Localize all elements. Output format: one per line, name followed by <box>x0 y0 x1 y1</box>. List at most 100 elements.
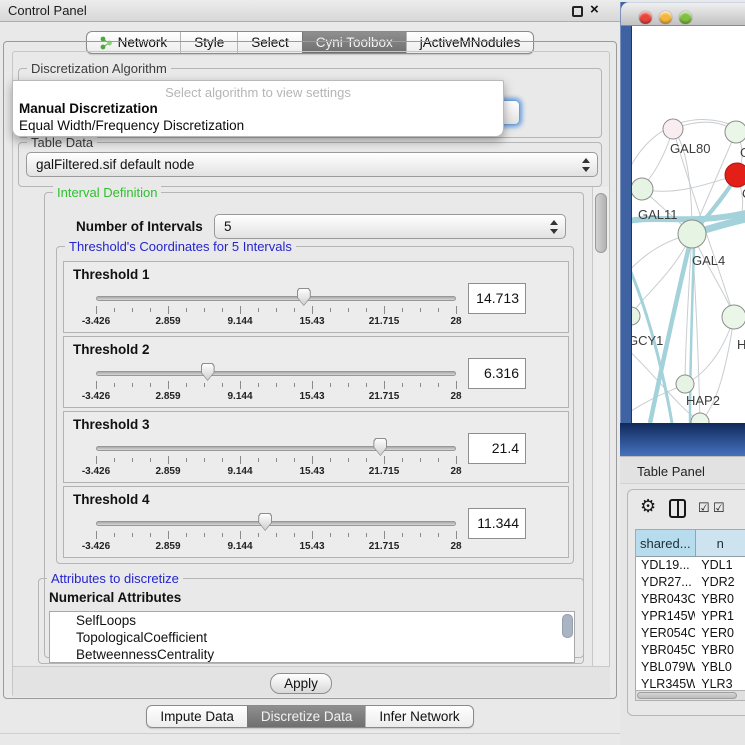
table-data-combobox[interactable]: galFiltered.sif default node <box>26 152 598 177</box>
cell-name[interactable]: YDL1 <box>695 557 745 574</box>
network-window-titlebar[interactable] <box>621 2 745 26</box>
cell-name[interactable]: YER0 <box>695 625 745 642</box>
threshold-slider[interactable]: -3.4262.8599.14415.4321.71528 <box>96 286 456 330</box>
minimize-traffic-light[interactable] <box>659 11 672 24</box>
column-header-name[interactable]: n <box>696 530 745 556</box>
cell-name[interactable]: YBL0 <box>695 659 745 676</box>
table-data-group-label: Table Data <box>27 135 97 150</box>
cell-name[interactable]: YBR0 <box>695 642 745 659</box>
slider-track[interactable] <box>96 521 456 526</box>
slider-track[interactable] <box>96 371 456 376</box>
cell-shared-name[interactable]: YDR27... <box>636 574 695 591</box>
slider-thumb[interactable] <box>258 513 272 531</box>
tab-label: Impute Data <box>160 709 234 724</box>
list-item-topologicalcoefficient[interactable]: TopologicalCoefficient <box>50 629 574 646</box>
threshold-slider[interactable]: -3.4262.8599.14415.4321.71528 <box>96 361 456 405</box>
threshold-slider[interactable]: -3.4262.8599.14415.4321.71528 <box>96 436 456 480</box>
tab-impute-data[interactable]: Impute Data <box>147 706 247 727</box>
settings-gear-icon[interactable]: ⚙ <box>640 496 656 517</box>
table-row[interactable]: YER054CYER0 <box>636 625 745 642</box>
network-node[interactable] <box>632 307 640 325</box>
slider-ticks <box>96 456 456 465</box>
bottom-tab-bar: Impute Data Discretize Data Infer Networ… <box>0 705 620 728</box>
close-traffic-light[interactable] <box>639 11 652 24</box>
table-row[interactable]: YPR145WYPR1 <box>636 608 745 625</box>
network-node[interactable] <box>722 305 745 329</box>
app-screen: Control Panel × Network Style Select Cyn… <box>0 0 745 745</box>
dropdown-item-equal-width-frequency[interactable]: Equal Width/Frequency Discretization <box>19 118 244 133</box>
apply-button[interactable]: Apply <box>270 673 332 694</box>
network-node[interactable] <box>676 375 694 393</box>
table-row[interactable]: YBL079WYBL0 <box>636 659 745 676</box>
network-view-canvas[interactable]: GAL80GCGAL11GAL4GCY1HHAP2 <box>632 26 745 423</box>
table-row[interactable]: YBR043CYBR0 <box>636 591 745 608</box>
tab-discretize-data[interactable]: Discretize Data <box>247 706 366 727</box>
divider <box>0 733 620 734</box>
threshold-4-panel: Threshold 4 -3.4262.8599.14415.4321.7152… <box>63 486 569 558</box>
checkbox-icon[interactable]: ☑ <box>713 501 725 514</box>
threshold-value-field[interactable]: 11.344 <box>468 508 526 539</box>
checkbox-icon[interactable]: ☑ <box>698 501 710 514</box>
cell-name[interactable]: YDR2 <box>695 574 745 591</box>
float-window-icon[interactable] <box>572 6 583 17</box>
node-attribute-table[interactable]: shared... n YDL19...YDL1 YDR27...YDR2 YB… <box>635 529 745 690</box>
slider-thumb[interactable] <box>201 363 215 381</box>
table-row[interactable]: YDL19...YDL1 <box>636 557 745 574</box>
network-node-label: GAL80 <box>670 141 710 156</box>
network-node[interactable] <box>725 121 745 143</box>
threshold-slider[interactable]: -3.4262.8599.14415.4321.71528 <box>96 511 456 555</box>
network-node[interactable] <box>632 178 653 200</box>
settings-scrollbar-thumb[interactable] <box>595 193 607 253</box>
list-item-selfloops[interactable]: SelfLoops <box>50 612 574 629</box>
dropdown-item-manual-discretization[interactable]: Manual Discretization <box>19 101 158 116</box>
cell-shared-name[interactable]: YPR145W <box>636 608 695 625</box>
slider-ticks <box>96 531 456 540</box>
threshold-value-field[interactable]: 6.316 <box>468 358 526 389</box>
numerical-attributes-list[interactable]: SelfLoops TopologicalCoefficient Between… <box>49 611 575 663</box>
attributes-group-label: Attributes to discretize <box>47 571 183 586</box>
column-split-icon[interactable] <box>669 499 686 518</box>
table-row[interactable]: YLR345WYLR3 <box>636 676 745 690</box>
threshold-value-field[interactable]: 14.713 <box>468 283 526 314</box>
slider-ticks <box>96 381 456 390</box>
cell-shared-name[interactable]: YER054C <box>636 625 695 642</box>
number-of-intervals-combobox[interactable]: 5 <box>214 214 566 239</box>
combo-stepper-icon <box>582 157 591 173</box>
table-panel-container: ⚙ ☑ ☑ shared... n YDL19...YDL1 YDR27...Y… <box>627 489 745 716</box>
network-node[interactable] <box>725 163 745 187</box>
list-scrollbar-thumb[interactable] <box>562 614 573 638</box>
cell-shared-name[interactable]: YBL079W <box>636 659 695 676</box>
table-row[interactable]: YDR27...YDR2 <box>636 574 745 591</box>
interval-definition-group-label: Interval Definition <box>53 185 161 200</box>
list-item-betweennesscentrality[interactable]: BetweennessCentrality <box>50 646 574 663</box>
zoom-traffic-light[interactable] <box>679 11 692 24</box>
cell-name[interactable]: YBR0 <box>695 591 745 608</box>
column-header-shared-name[interactable]: shared... <box>636 530 696 556</box>
cell-shared-name[interactable]: YBR043C <box>636 591 695 608</box>
network-node-label: H <box>737 337 745 352</box>
cell-shared-name[interactable]: YDL19... <box>636 557 695 574</box>
network-node[interactable] <box>678 220 706 248</box>
slider-track[interactable] <box>96 296 456 301</box>
table-horizontal-scrollbar[interactable] <box>635 690 745 701</box>
threshold-value-field[interactable]: 21.4 <box>468 433 526 464</box>
number-of-intervals-label: Number of Intervals <box>76 219 203 234</box>
apply-strip: Apply <box>13 666 610 697</box>
tab-infer-network[interactable]: Infer Network <box>365 706 472 727</box>
cell-name[interactable]: YLR3 <box>695 676 745 690</box>
table-horizontal-scrollbar-thumb[interactable] <box>637 692 737 699</box>
settings-scrollbar[interactable] <box>592 187 609 666</box>
slider-thumb[interactable] <box>297 288 311 306</box>
thresholds-group-label: Threshold's Coordinates for 5 Intervals <box>65 239 296 254</box>
network-node-label: G <box>740 145 745 160</box>
network-node[interactable] <box>663 119 683 139</box>
cell-shared-name[interactable]: YLR345W <box>636 676 695 690</box>
cell-shared-name[interactable]: YBR045C <box>636 642 695 659</box>
table-row[interactable]: YBR045CYBR0 <box>636 642 745 659</box>
cell-name[interactable]: YPR1 <box>695 608 745 625</box>
network-graph[interactable]: GAL80GCGAL11GAL4GCY1HHAP2 <box>632 26 745 423</box>
slider-thumb[interactable] <box>373 438 387 456</box>
close-icon[interactable]: × <box>590 1 599 18</box>
threshold-1-panel: Threshold 1 -3.4262.8599.14415.4321.7152… <box>63 261 569 333</box>
slider-track[interactable] <box>96 446 456 451</box>
